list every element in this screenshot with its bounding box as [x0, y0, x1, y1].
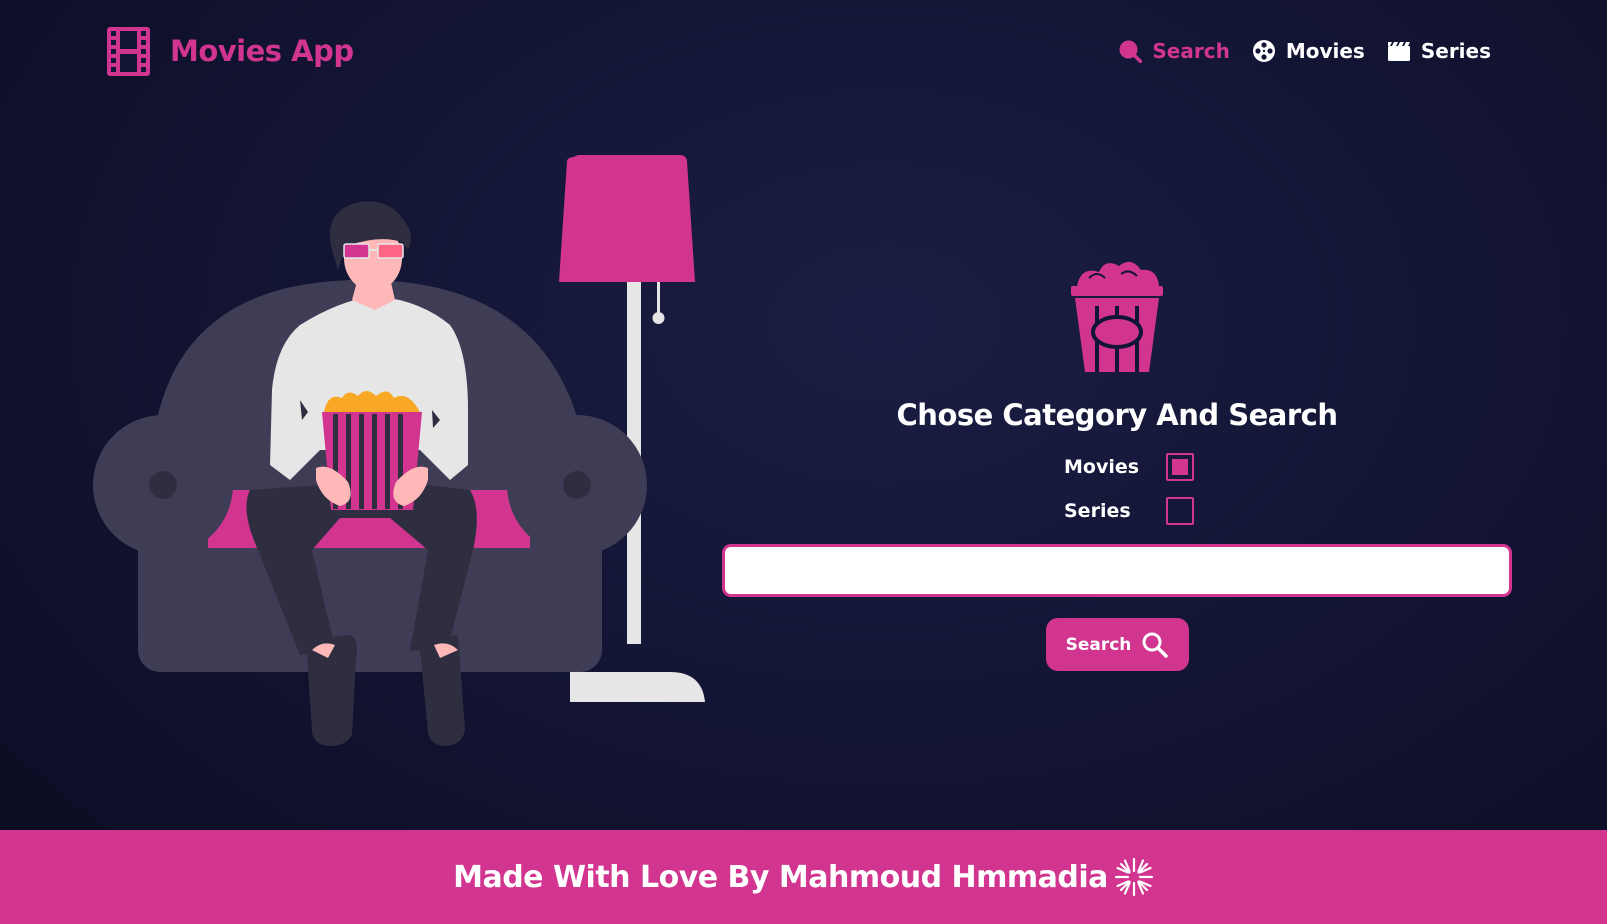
clapperboard-icon: [1387, 42, 1410, 61]
film-reel-icon: [1252, 40, 1275, 62]
search-panel: Chose Category And Search Movies Series …: [722, 250, 1512, 680]
brand[interactable]: Movies App: [107, 26, 354, 76]
movies-checkbox[interactable]: [1166, 453, 1194, 481]
nav-item-movies-label: Movies: [1285, 39, 1365, 63]
category-movies: Movies: [1064, 452, 1194, 482]
panel-title: Chose Category And Search: [896, 398, 1338, 432]
movies-checkbox-checked-mark: [1172, 459, 1188, 475]
category-series: Series: [1064, 496, 1194, 526]
header: Movies App Search Movies Series: [0, 0, 1607, 100]
watching-movie-illustration: [93, 155, 705, 747]
film-strip-icon: [107, 26, 150, 76]
category-series-label: Series: [1064, 500, 1131, 522]
nav-item-search-label: Search: [1152, 39, 1230, 63]
series-checkbox[interactable]: [1166, 497, 1194, 525]
nav-item-series[interactable]: Series: [1387, 39, 1491, 63]
brand-title: Movies App: [170, 34, 354, 68]
starburst-icon: [1114, 857, 1153, 897]
magnifier-icon: [1142, 632, 1169, 658]
search-button-label: Search: [1065, 634, 1132, 655]
search-input[interactable]: [722, 544, 1512, 597]
footer-text: Made With Love By Mahmoud Hmmadia: [453, 859, 1108, 895]
main-nav: Search Movies Series: [1118, 33, 1491, 69]
popcorn-icon: [1071, 261, 1163, 372]
footer: Made With Love By Mahmoud Hmmadia: [0, 830, 1607, 924]
search-button[interactable]: Search: [1046, 618, 1189, 671]
nav-item-series-label: Series: [1420, 39, 1491, 63]
nav-item-search[interactable]: Search: [1118, 39, 1230, 63]
search-icon: [1119, 40, 1143, 63]
category-movies-label: Movies: [1064, 456, 1140, 478]
nav-item-movies[interactable]: Movies: [1252, 39, 1365, 63]
